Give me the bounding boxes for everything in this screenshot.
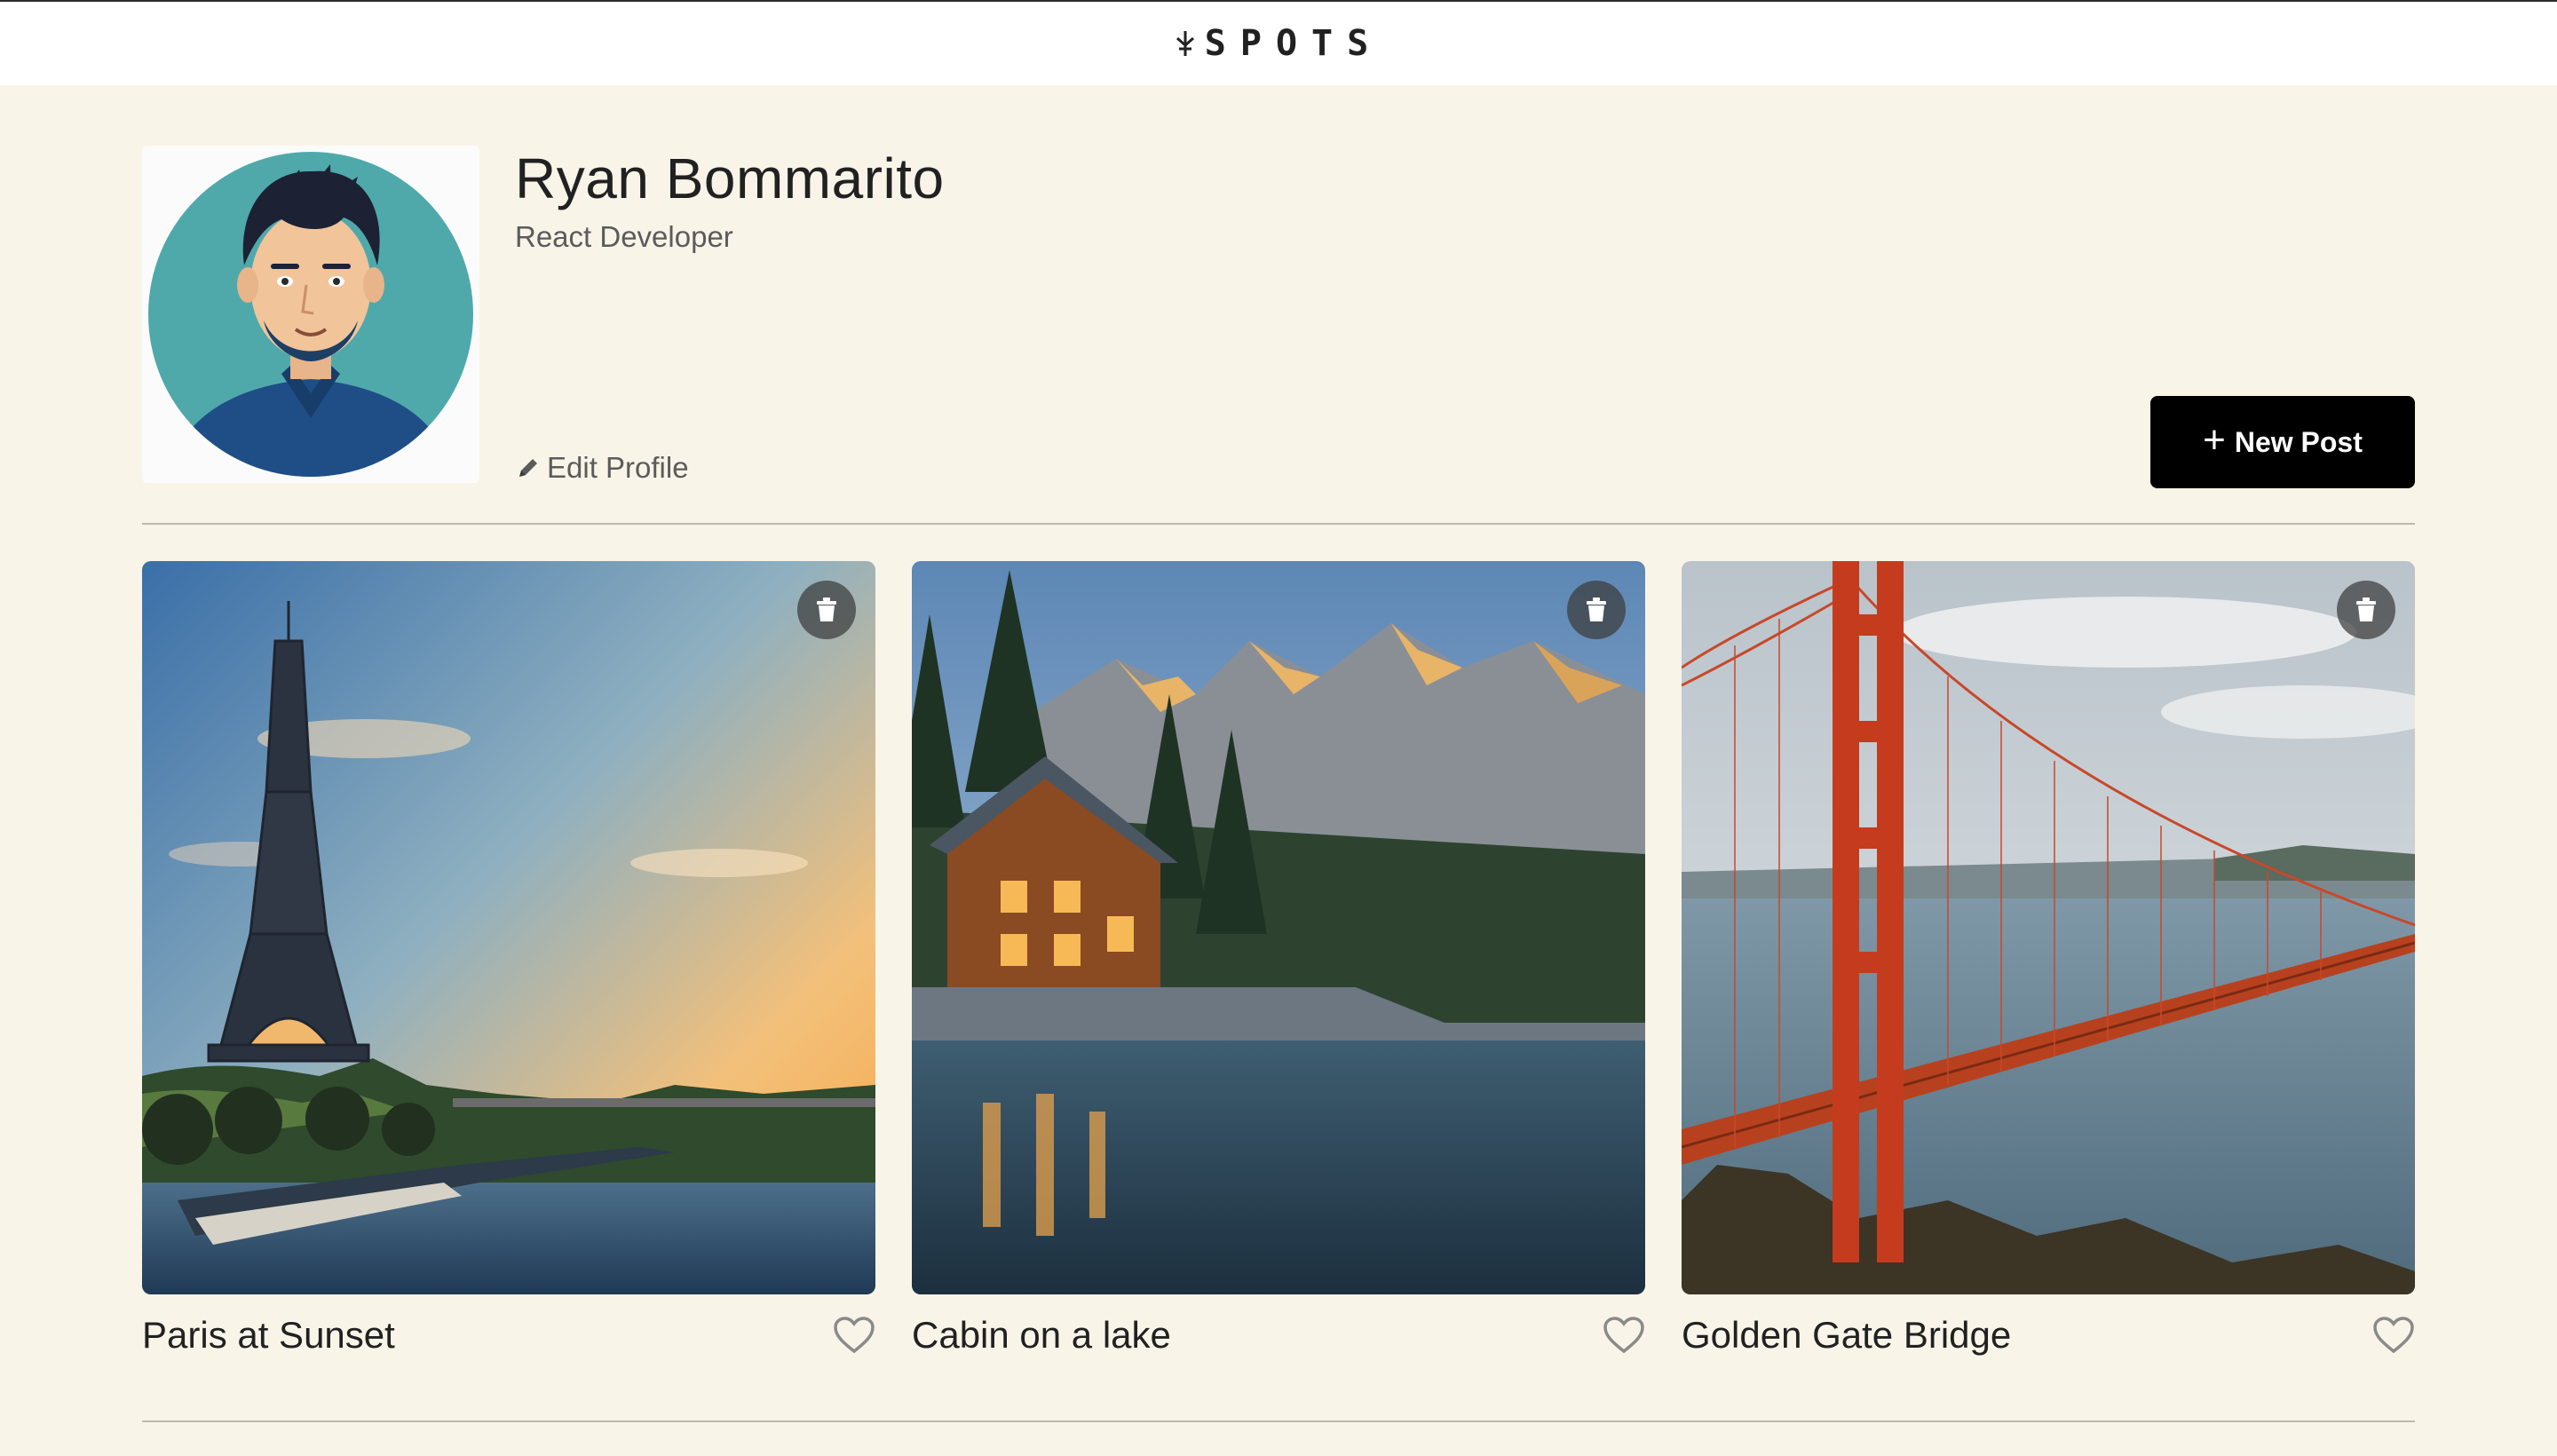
divider [142, 523, 2415, 525]
trash-icon [817, 597, 836, 621]
logo-text: SPOTS [1204, 23, 1383, 64]
card: Golden Gate Bridge [1682, 561, 2415, 1378]
edit-profile-button[interactable]: Edit Profile [515, 451, 689, 485]
card: Cabin on a lake [912, 561, 1645, 1378]
card-image[interactable] [1682, 561, 2415, 1294]
cabin-image [912, 561, 1645, 1294]
card-title: Golden Gate Bridge [1682, 1314, 2012, 1356]
card-grid: Paris at Sunset Cabin on a lake Golden G… [142, 561, 2415, 1378]
new-post-button[interactable]: + New Post [2150, 396, 2415, 488]
divider [142, 1420, 2415, 1422]
delete-button[interactable] [2337, 581, 2395, 639]
trash-icon [1587, 597, 1606, 621]
avatar-illustration [148, 152, 473, 477]
site-header: SPOTS [0, 0, 2557, 85]
card-image[interactable] [912, 561, 1645, 1294]
card-image[interactable] [142, 561, 875, 1294]
delete-button[interactable] [1567, 581, 1626, 639]
golden-gate-image [1682, 561, 2415, 1294]
profile-section: Ryan Bommarito React Developer Edit Prof… [142, 146, 2415, 488]
delete-button[interactable] [797, 581, 856, 639]
site-logo[interactable]: SPOTS [1175, 23, 1382, 64]
heart-icon[interactable] [2372, 1316, 2415, 1355]
card-title: Paris at Sunset [142, 1314, 395, 1356]
card-title: Cabin on a lake [912, 1314, 1171, 1356]
pencil-icon [519, 459, 537, 477]
plus-icon: + [2203, 418, 2226, 462]
heart-icon[interactable] [1603, 1316, 1645, 1355]
heart-icon[interactable] [833, 1316, 875, 1355]
profile-name: Ryan Bommarito [515, 146, 945, 210]
compass-pin-icon [1176, 31, 1194, 56]
avatar [142, 146, 479, 483]
trash-icon [2356, 597, 2376, 621]
paris-image [142, 561, 875, 1294]
new-post-label: New Post [2234, 425, 2363, 458]
edit-profile-label: Edit Profile [547, 451, 689, 484]
profile-role: React Developer [515, 220, 733, 253]
card: Paris at Sunset [142, 561, 875, 1378]
